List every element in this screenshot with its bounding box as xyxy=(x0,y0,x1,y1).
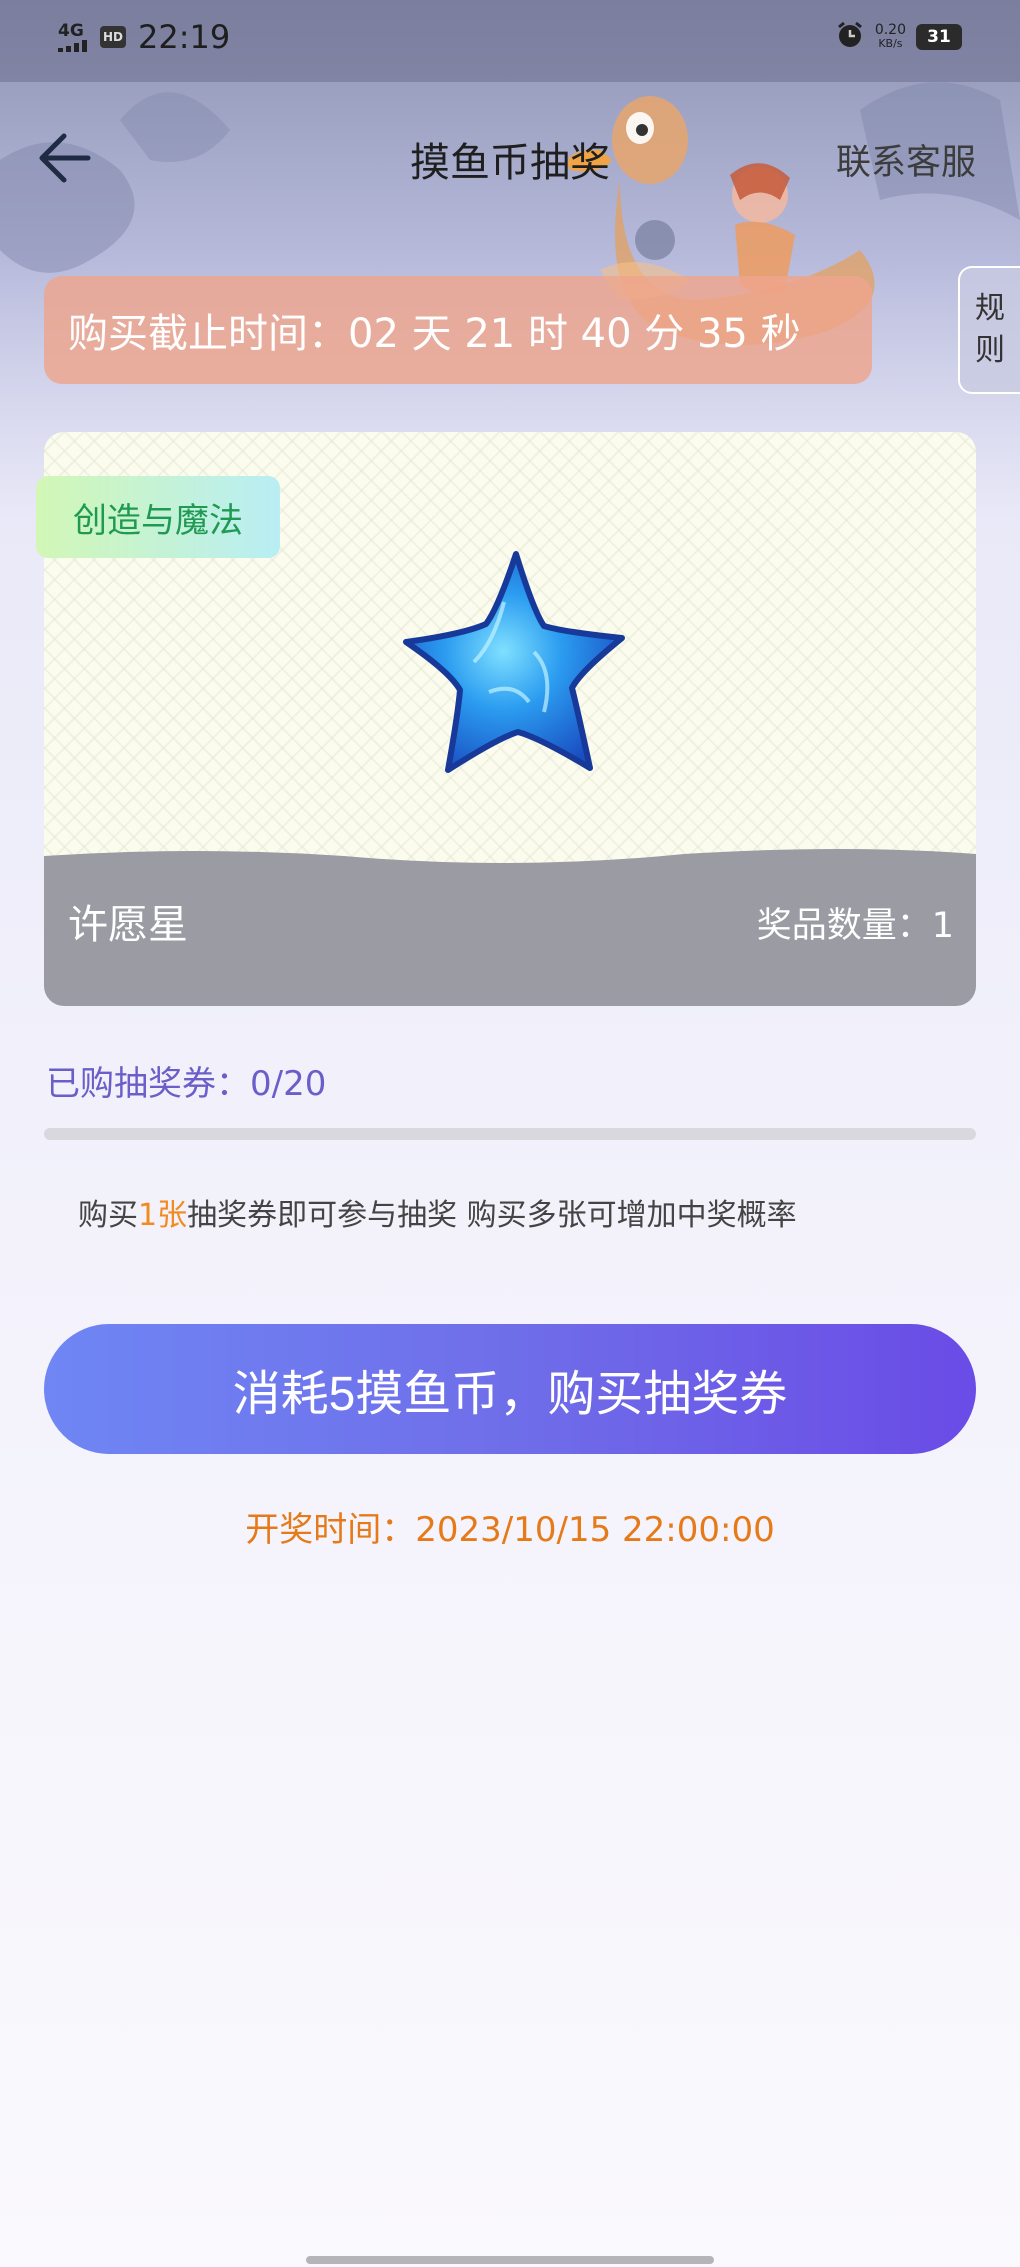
status-time: 22:19 xyxy=(138,18,231,56)
category-tag: 创造与魔法 xyxy=(36,476,280,558)
speed-unit: KB/s xyxy=(878,37,903,50)
draw-time: 开奖时间：2023/10/15 22:00:00 xyxy=(245,1510,775,1550)
blue-star-icon xyxy=(394,542,634,782)
rules-tab-line2: 则 xyxy=(975,333,1005,368)
tickets-progress-bar xyxy=(44,1128,976,1140)
network-speed: 0.20 KB/s xyxy=(875,23,906,51)
status-right: 0.20 KB/s 31 xyxy=(835,20,962,54)
home-indicator[interactable] xyxy=(306,2256,714,2264)
buy-ticket-button[interactable]: 消耗5摸鱼币，购买抽奖券 xyxy=(44,1324,976,1454)
deadline-text: 购买截止时间：02 天 21 时 40 分 35 秒 xyxy=(68,311,801,357)
status-bar: 4G HD 22:19 0.20 KB/s 31 xyxy=(0,0,1020,82)
purchase-hint: 购买1张抽奖券即可参与抽奖 购买多张可增加中奖概率 xyxy=(78,1190,797,1234)
rules-tab[interactable]: 规 则 xyxy=(958,266,1020,394)
nav-bar: 摸鱼币抽奖 联系客服 xyxy=(0,100,1020,220)
network-type: 4G xyxy=(58,20,84,41)
hd-icon: HD xyxy=(100,26,126,48)
status-left: 4G HD 22:19 xyxy=(58,18,230,56)
hint-suffix: 抽奖券即可参与抽奖 购买多张可增加中奖概率 xyxy=(187,1198,797,1233)
speed-value: 0.20 xyxy=(874,22,906,38)
rules-tab-line1: 规 xyxy=(975,291,1005,326)
signal-icon: 4G xyxy=(58,20,88,52)
alarm-icon xyxy=(835,20,865,54)
prize-footer: 许愿星 奖品数量：1 xyxy=(44,846,976,1006)
tickets-bought-label: 已购抽奖券：0/20 xyxy=(46,1064,327,1104)
battery-icon: 31 xyxy=(916,24,962,50)
prize-name: 许愿星 xyxy=(68,902,188,948)
deadline-banner: 购买截止时间：02 天 21 时 40 分 35 秒 xyxy=(44,276,872,384)
hint-highlight: 1张 xyxy=(138,1198,188,1233)
prize-quantity: 奖品数量：1 xyxy=(756,906,954,946)
hint-prefix: 购买 xyxy=(78,1198,138,1233)
contact-service-link[interactable]: 联系客服 xyxy=(836,134,976,185)
